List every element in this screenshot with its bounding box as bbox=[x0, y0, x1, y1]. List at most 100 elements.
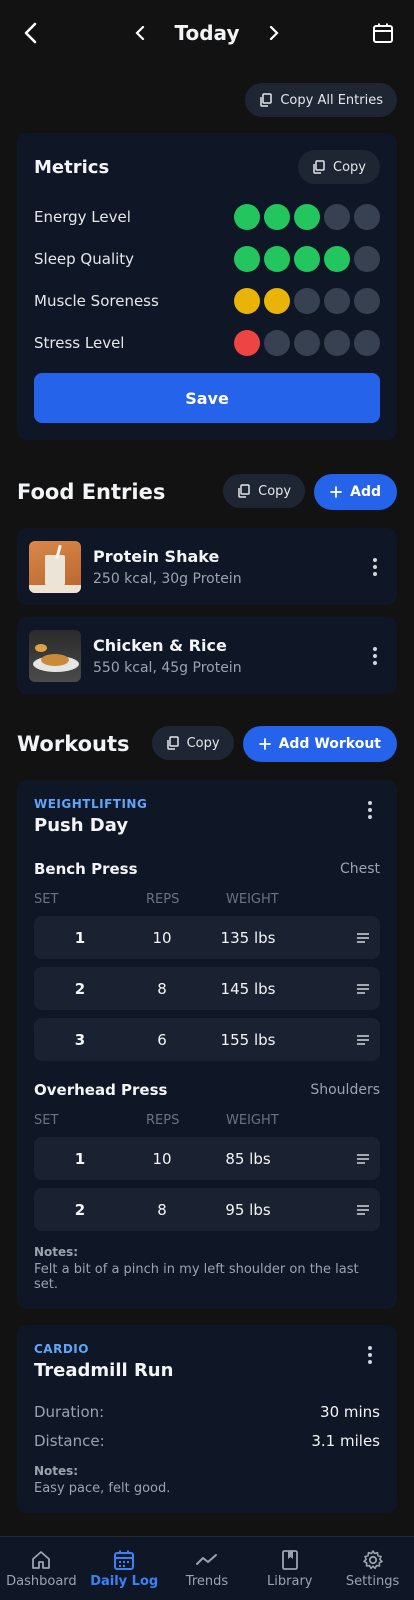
copy-workouts-label: Copy bbox=[186, 735, 220, 751]
date-switcher: Today bbox=[127, 20, 288, 46]
rating-dot[interactable] bbox=[234, 288, 260, 314]
notes-text: Felt a bit of a pinch in my left shoulde… bbox=[34, 1262, 359, 1292]
set-number: 3 bbox=[74, 1030, 86, 1049]
set-weight: 135 lbs bbox=[220, 928, 276, 947]
set-number: 2 bbox=[74, 1200, 86, 1219]
rating-dot[interactable] bbox=[324, 330, 350, 356]
bottom-nav: Dashboard Daily Log Trends Library Setti… bbox=[0, 1536, 414, 1600]
drag-handle-icon[interactable] bbox=[298, 932, 380, 943]
rating-dot[interactable] bbox=[294, 330, 320, 356]
food-name: Chicken & Rice bbox=[93, 635, 227, 655]
workout-more-button[interactable] bbox=[360, 1346, 380, 1381]
drag-handle-icon[interactable] bbox=[298, 1153, 380, 1164]
add-food-button[interactable]: Add bbox=[314, 474, 397, 510]
col-set: SET bbox=[34, 892, 59, 907]
rating-dots[interactable] bbox=[234, 330, 380, 356]
metric-label: Stress Level bbox=[34, 334, 125, 352]
nav-dashboard[interactable]: Dashboard bbox=[1, 1549, 81, 1589]
exercise-muscle: Shoulders bbox=[310, 1082, 380, 1098]
set-row[interactable]: 2 8 145 lbs bbox=[34, 967, 380, 1010]
rating-dot[interactable] bbox=[354, 246, 380, 272]
rating-dot[interactable] bbox=[324, 204, 350, 230]
rating-dots[interactable] bbox=[234, 246, 380, 272]
distance-row: Distance: 3.1 miles bbox=[34, 1432, 380, 1450]
set-row[interactable]: 3 6 155 lbs bbox=[34, 1018, 380, 1061]
food-more-button[interactable] bbox=[365, 646, 385, 665]
nav-trends[interactable]: Trends bbox=[167, 1549, 247, 1589]
rating-dot[interactable] bbox=[354, 288, 380, 314]
food-meta: 550 kcal, 45g Protein bbox=[93, 659, 242, 676]
rating-dot[interactable] bbox=[354, 204, 380, 230]
copy-metrics-button[interactable]: Copy bbox=[298, 150, 380, 184]
exercise-muscle: Chest bbox=[339, 861, 380, 877]
add-workout-button[interactable]: Add Workout bbox=[242, 726, 397, 762]
set-row[interactable]: 1 10 135 lbs bbox=[34, 916, 380, 959]
nav-label: Trends bbox=[185, 1573, 229, 1589]
nav-daily-log[interactable]: Daily Log bbox=[84, 1549, 164, 1589]
rating-dots[interactable] bbox=[234, 204, 380, 230]
metrics-title: Metrics bbox=[34, 156, 110, 178]
back-arrow-icon bbox=[24, 22, 37, 44]
rating-dot[interactable] bbox=[324, 288, 350, 314]
notes-label: Notes: bbox=[34, 1464, 79, 1478]
rating-dot[interactable] bbox=[264, 204, 290, 230]
workout-name: Push Day bbox=[34, 815, 129, 836]
workouts-section-title: Workouts bbox=[17, 732, 130, 756]
next-day-button[interactable] bbox=[261, 20, 287, 46]
chevron-right-icon bbox=[270, 26, 280, 40]
drag-handle-icon[interactable] bbox=[298, 1034, 380, 1045]
set-number: 1 bbox=[74, 1149, 86, 1168]
rating-dot[interactable] bbox=[264, 330, 290, 356]
nav-library[interactable]: Library bbox=[250, 1549, 330, 1589]
calendar-button[interactable] bbox=[370, 20, 396, 46]
metric-label: Muscle Soreness bbox=[34, 292, 159, 310]
set-row[interactable]: 1 10 85 lbs bbox=[34, 1137, 380, 1180]
food-item[interactable]: Protein Shake 250 kcal, 30g Protein bbox=[17, 528, 397, 605]
duration-row: Duration: 30 mins bbox=[34, 1403, 380, 1421]
save-button[interactable]: Save bbox=[34, 373, 380, 423]
set-reps: 10 bbox=[152, 1149, 172, 1168]
workout-more-button[interactable] bbox=[360, 801, 380, 836]
exercise-header: Bench Press Chest bbox=[34, 860, 380, 878]
nav-settings[interactable]: Settings bbox=[333, 1549, 413, 1589]
set-reps: 8 bbox=[157, 1200, 167, 1219]
set-weight: 155 lbs bbox=[220, 1030, 276, 1049]
set-weight: 95 lbs bbox=[225, 1200, 271, 1219]
copy-food-button[interactable]: Copy bbox=[223, 474, 306, 508]
food-more-button[interactable] bbox=[365, 557, 385, 576]
metric-row-soreness: Muscle Soreness bbox=[34, 280, 380, 322]
rating-dot[interactable] bbox=[234, 330, 260, 356]
rating-dot[interactable] bbox=[354, 330, 380, 356]
rating-dot[interactable] bbox=[264, 246, 290, 272]
chevron-left-icon bbox=[134, 26, 144, 40]
food-item[interactable]: Chicken & Rice 550 kcal, 45g Protein bbox=[17, 617, 397, 694]
gear-icon bbox=[362, 1549, 383, 1569]
top-bar: Today bbox=[0, 0, 414, 66]
prev-day-button[interactable] bbox=[127, 20, 153, 46]
copy-metrics-label: Copy bbox=[333, 159, 366, 175]
rating-dot[interactable] bbox=[294, 288, 320, 314]
set-row[interactable]: 2 8 95 lbs bbox=[34, 1188, 380, 1231]
duration-value: 30 mins bbox=[320, 1403, 380, 1421]
copy-workouts-button[interactable]: Copy bbox=[151, 726, 234, 760]
copy-all-entries-button[interactable]: Copy All Entries bbox=[245, 83, 397, 117]
set-reps: 10 bbox=[152, 928, 172, 947]
workout-card-treadmill: CARDIO Treadmill Run Duration: 30 mins D… bbox=[17, 1325, 397, 1513]
drag-handle-icon[interactable] bbox=[298, 1204, 380, 1215]
workouts-section-header: Workouts Copy Add Workout bbox=[0, 724, 414, 764]
rating-dot[interactable] bbox=[294, 204, 320, 230]
book-icon bbox=[281, 1549, 298, 1570]
rating-dot[interactable] bbox=[234, 246, 260, 272]
set-columns-header: SET REPS WEIGHT bbox=[34, 892, 380, 908]
page-title: Today bbox=[174, 21, 240, 45]
rating-dot[interactable] bbox=[294, 246, 320, 272]
rating-dot[interactable] bbox=[264, 288, 290, 314]
rating-dots[interactable] bbox=[234, 288, 380, 314]
rating-dot[interactable] bbox=[324, 246, 350, 272]
rating-dot[interactable] bbox=[234, 204, 260, 230]
plus-icon bbox=[330, 486, 343, 498]
back-button[interactable] bbox=[18, 20, 44, 46]
copy-all-entries-label: Copy All Entries bbox=[280, 92, 383, 108]
protein-shake-image bbox=[29, 540, 81, 593]
drag-handle-icon[interactable] bbox=[298, 983, 380, 994]
